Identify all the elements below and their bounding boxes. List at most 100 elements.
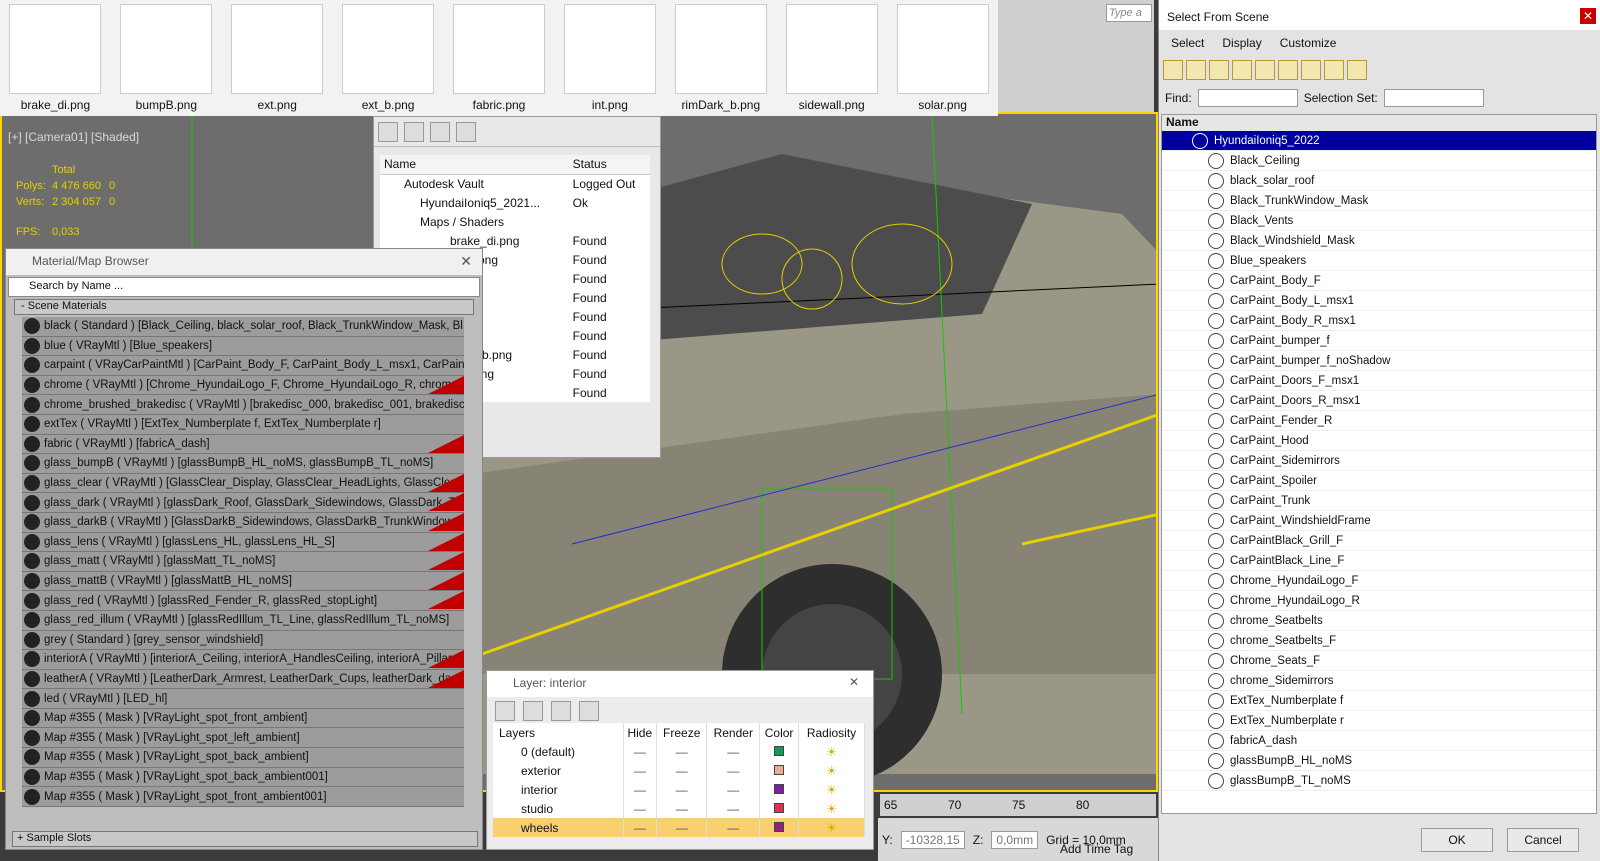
layer-row[interactable]: 0 (default) — — — ☀ [493, 742, 865, 761]
material-item[interactable]: fabric ( VRayMtl ) [fabricA_dash] [22, 434, 464, 455]
scene-object-row[interactable]: Black_TrunkWindow_Mask [1162, 191, 1596, 211]
material-item[interactable]: glass_clear ( VRayMtl ) [GlassClear_Disp… [22, 473, 464, 494]
spacewarp-filter-icon[interactable] [1278, 60, 1298, 80]
helper-filter-icon[interactable] [1255, 60, 1275, 80]
material-item[interactable]: chrome_brushed_brakedisc ( VRayMtl ) [br… [22, 395, 464, 415]
scene-object-row[interactable]: CarPaint_Body_R_msx1 [1162, 311, 1596, 331]
scene-object-row[interactable]: CarPaint_bumper_f [1162, 331, 1596, 351]
material-item[interactable]: Map #355 ( Mask ) [VRayLight_spot_front_… [22, 787, 464, 807]
scene-object-row[interactable]: chrome_Seatbelts_F [1162, 631, 1596, 651]
shape-filter-icon[interactable] [1186, 60, 1206, 80]
menu-display[interactable]: Display [1222, 36, 1261, 50]
scene-object-row[interactable]: ExtTex_Numberplate f [1162, 691, 1596, 711]
close-icon[interactable]: ✕ [460, 253, 472, 270]
asset-row[interactable]: HyundaiIoniq5_2021... Ok [380, 193, 650, 212]
new-layer-icon[interactable] [495, 701, 515, 721]
scene-object-row[interactable]: CarPaint_Sidemirrors [1162, 451, 1596, 471]
material-item[interactable]: extTex ( VRayMtl ) [ExtTex_Numberplate f… [22, 414, 464, 435]
material-item[interactable]: blue ( VRayMtl ) [Blue_speakers] [22, 336, 464, 357]
scene-root-row[interactable]: HyundaiIoniq5_2022 [1162, 131, 1596, 151]
add-selection-icon[interactable] [551, 701, 571, 721]
scene-object-row[interactable]: fabricA_dash [1162, 731, 1596, 751]
freeze-toggle[interactable]: — [656, 761, 708, 780]
scene-object-row[interactable]: Black_Windshield_Mask [1162, 231, 1596, 251]
type-a-question-input[interactable]: Type a [1106, 4, 1152, 22]
scene-object-row[interactable]: CarPaint_bumper_f_noShadow [1162, 351, 1596, 371]
material-item[interactable]: led ( VRayMtl ) [LED_hl] [22, 689, 464, 709]
hide-toggle[interactable]: — [623, 818, 658, 837]
scene-object-row[interactable]: glassBumpB_HL_noMS [1162, 751, 1596, 771]
material-item[interactable]: chrome ( VRayMtl ) [Chrome_HyundaiLogo_F… [22, 375, 464, 396]
material-item[interactable]: glass_matt ( VRayMtl ) [glassMatt_TL_noM… [22, 552, 464, 572]
scene-object-row[interactable]: Black_Ceiling [1162, 151, 1596, 171]
bone-filter-icon[interactable] [1347, 60, 1367, 80]
z-coordinate-field[interactable]: 0,0mm [991, 830, 1039, 849]
layer-row[interactable]: exterior — — — ☀ [493, 761, 865, 780]
selection-set-dropdown[interactable] [1383, 89, 1484, 107]
scene-object-row[interactable]: black_solar_roof [1162, 171, 1596, 191]
table-icon[interactable] [456, 121, 476, 142]
material-item[interactable]: carpaint ( VRayCarPaintMtl ) [CarPaint_B… [22, 356, 464, 376]
group-filter-icon[interactable] [1301, 60, 1321, 80]
layer-color-swatch[interactable] [759, 742, 800, 761]
layer-column-header[interactable]: Freeze [656, 723, 708, 742]
scene-object-row[interactable]: Chrome_HyundaiLogo_R [1162, 591, 1596, 611]
xref-filter-icon[interactable] [1324, 60, 1344, 80]
search-by-name-input[interactable]: Search by Name ... [8, 277, 480, 297]
material-item[interactable]: glass_lens ( VRayMtl ) [glassLens_HL, gl… [22, 532, 464, 553]
render-toggle[interactable]: — [706, 799, 761, 818]
scene-object-row[interactable]: CarPaintBlack_Line_F [1162, 551, 1596, 571]
material-item[interactable]: glass_red ( VRayMtl ) [glassRed_Fender_R… [22, 591, 464, 611]
scene-object-row[interactable]: CarPaint_Spoiler [1162, 471, 1596, 491]
select-objects-icon[interactable] [579, 701, 599, 721]
add-time-tag-button[interactable]: Add Time Tag [1060, 842, 1133, 856]
hide-toggle[interactable]: — [623, 761, 658, 780]
camera-filter-icon[interactable] [1232, 60, 1252, 80]
menu-select[interactable]: Select [1171, 36, 1204, 50]
layer-color-swatch[interactable] [759, 818, 800, 837]
delete-layer-icon[interactable] [523, 701, 543, 721]
scene-object-row[interactable]: CarPaint_Body_F [1162, 271, 1596, 291]
layer-column-header[interactable]: Radiosity [798, 723, 865, 742]
scene-object-row[interactable]: Chrome_HyundaiLogo_F [1162, 571, 1596, 591]
layer-color-swatch[interactable] [759, 780, 800, 799]
freeze-toggle[interactable]: — [656, 780, 708, 799]
find-input[interactable] [1197, 89, 1298, 107]
freeze-toggle[interactable]: — [656, 818, 708, 837]
freeze-toggle[interactable]: — [656, 742, 708, 761]
scene-object-row[interactable]: chrome_Sidemirrors [1162, 671, 1596, 691]
hide-toggle[interactable]: — [623, 780, 658, 799]
asset-column-header[interactable]: Status [568, 155, 650, 175]
close-icon[interactable]: ✕ [1580, 8, 1596, 24]
scene-object-row[interactable]: chrome_Seatbelts [1162, 611, 1596, 631]
scene-object-row[interactable]: CarPaintBlack_Grill_F [1162, 531, 1596, 551]
radiosity-icon[interactable]: ☀ [798, 780, 865, 799]
material-item[interactable]: glass_bumpB ( VRayMtl ) [glassBumpB_HL_n… [22, 454, 464, 474]
list-icon[interactable] [404, 121, 424, 142]
radiosity-icon[interactable]: ☀ [798, 761, 865, 780]
scene-materials-header[interactable]: - Scene Materials [14, 299, 474, 315]
layer-row[interactable]: interior — — — ☀ [493, 780, 865, 799]
material-item[interactable]: glass_red_illum ( VRayMtl ) [glassRedIll… [22, 610, 464, 631]
scene-object-row[interactable]: Chrome_Seats_F [1162, 651, 1596, 671]
radiosity-icon[interactable]: ☀ [798, 818, 865, 837]
layer-column-header[interactable]: Render [706, 723, 761, 742]
freeze-toggle[interactable]: — [656, 799, 708, 818]
render-toggle[interactable]: — [706, 780, 761, 799]
material-item[interactable]: leatherA ( VRayMtl ) [LeatherDark_Armres… [22, 669, 464, 690]
texture-thumbnail[interactable]: ext.png [222, 0, 333, 116]
material-item[interactable]: glass_dark ( VRayMtl ) [glassDark_Roof, … [22, 493, 464, 513]
material-item[interactable]: glass_mattB ( VRayMtl ) [glassMattB_HL_n… [22, 571, 464, 592]
texture-thumbnail[interactable]: brake_di.png [0, 0, 111, 116]
texture-thumbnail[interactable]: sidewall.png [776, 0, 887, 116]
ok-button[interactable]: OK [1421, 828, 1493, 852]
material-item[interactable]: interiorA ( VRayMtl ) [interiorA_Ceiling… [22, 650, 464, 670]
y-coordinate-field[interactable]: -10328,15 [900, 830, 965, 849]
scene-object-row[interactable]: CarPaint_Fender_R [1162, 411, 1596, 431]
close-icon[interactable]: ✕ [849, 675, 859, 689]
scene-object-row[interactable]: ExtTex_Numberplate r [1162, 711, 1596, 731]
radiosity-icon[interactable]: ☀ [798, 799, 865, 818]
layer-row[interactable]: wheels — — — ☀ [493, 818, 865, 837]
material-item[interactable]: Map #355 ( Mask ) [VRayLight_spot_back_a… [22, 767, 464, 788]
viewport-label[interactable]: [+] [Camera01] [Shaded] [8, 130, 139, 144]
